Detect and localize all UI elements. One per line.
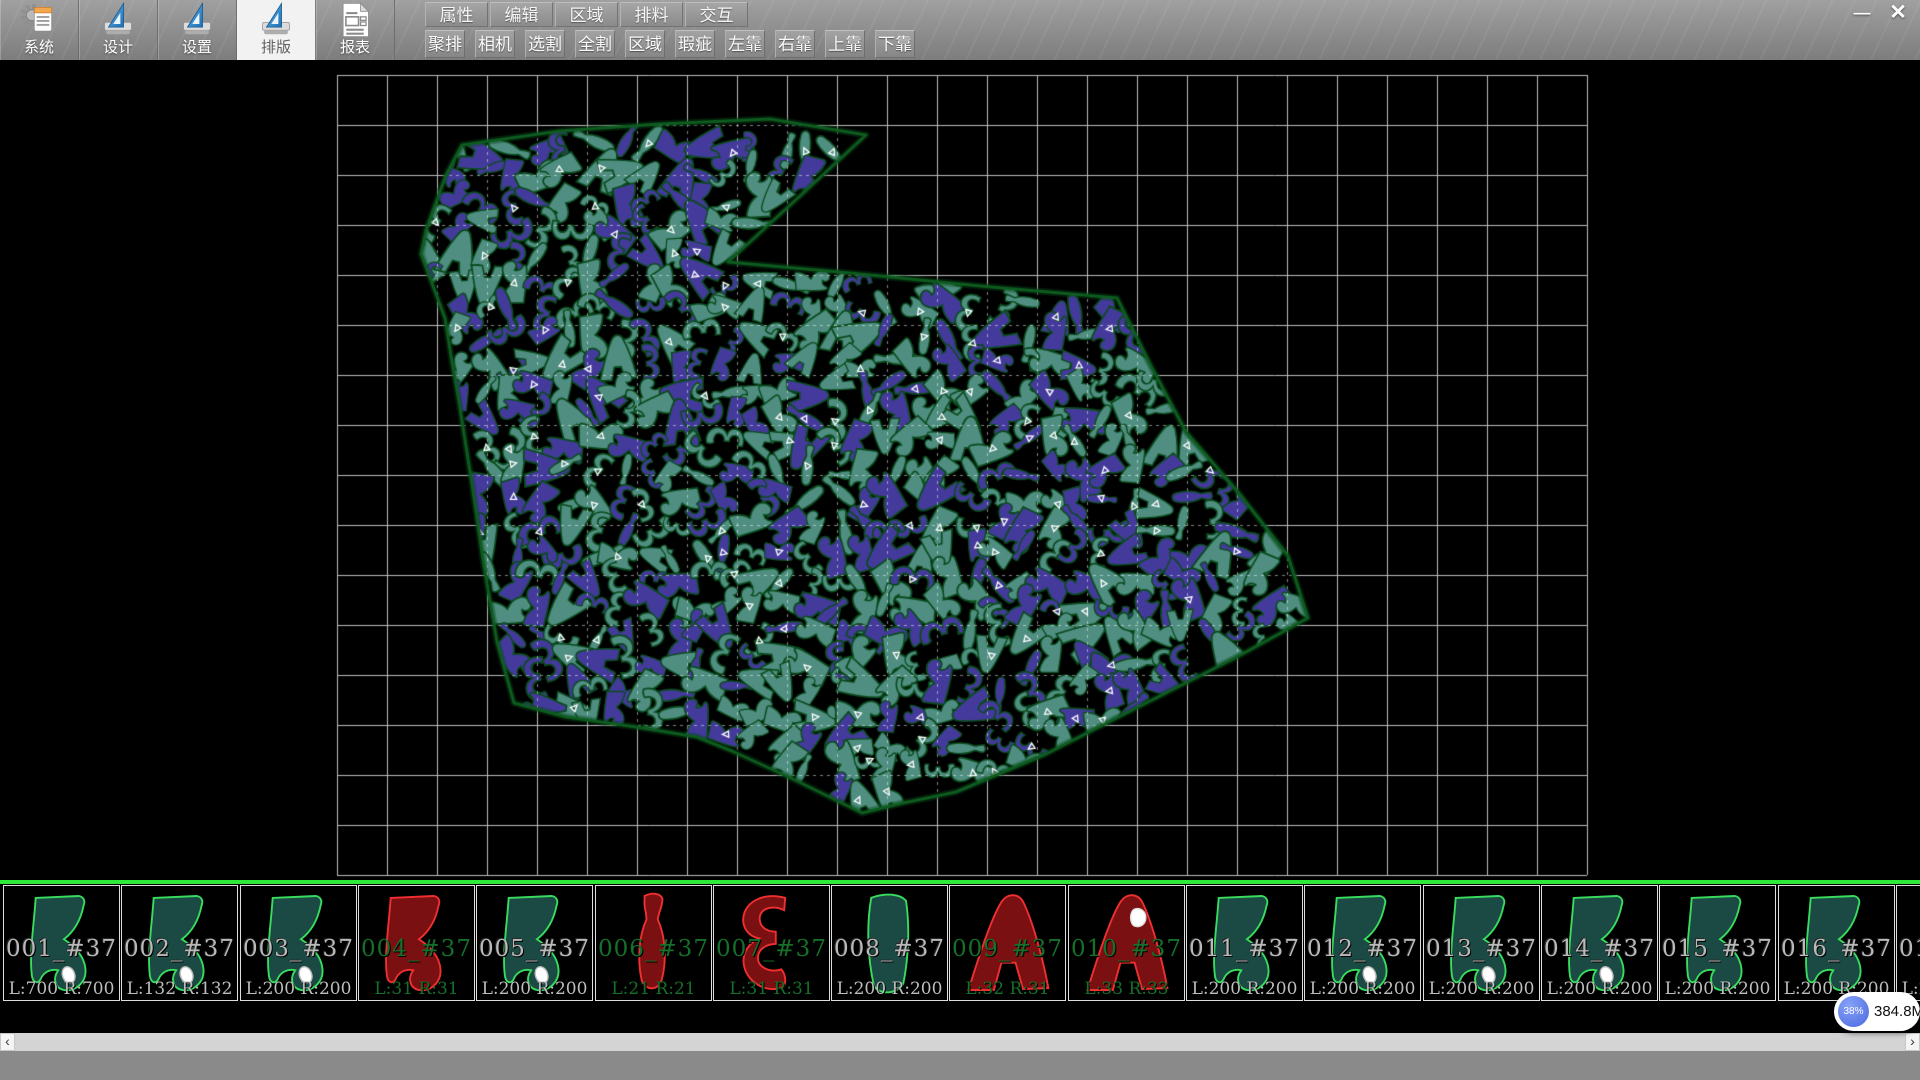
menu-tab-4[interactable]: 排料 [620,2,683,27]
piece-lr-count: L:200 R:200 [1187,979,1302,999]
tool-button-10[interactable]: 下靠 [875,30,915,58]
module-label: 系统 [0,36,78,57]
piece-thumbnail[interactable]: 013_#37 L:200 R:200 [1423,885,1540,1001]
piece-thumbnail[interactable]: 007_#37 L:31 R:31 [713,885,830,1001]
piece-name: 006_#37 [596,936,711,962]
scroll-left-icon[interactable]: ‹ [0,1033,15,1051]
status-bar [0,1051,1920,1080]
piece-name: 014_#37 [1542,936,1657,962]
piece-thumbnail[interactable]: 002_#37 L:132 R:132 [121,885,238,1001]
piece-thumbnail[interactable]: 010_#37 L:33 R:33 [1068,885,1185,1001]
piece-lr-count: L:200 R:200 [1424,979,1539,999]
nesting-canvas[interactable] [0,60,1920,880]
piece-thumbnail[interactable]: 015_#37 L:200 R:200 [1659,885,1776,1001]
menu-tab-1[interactable]: 属性 [425,2,488,27]
piece-name: 013_#37 [1424,936,1539,962]
module-button-4[interactable]: 排版 [237,0,316,60]
nesting-app-window: { "window": { "minimize_glyph": "—", "cl… [0,0,1920,1080]
piece-thumbnail[interactable]: 004_#37 L:31 R:31 [358,885,475,1001]
module-button-5[interactable]: 报表 [316,0,395,60]
piece-name: 015_#37 [1660,936,1775,962]
piece-lr-count: L:33 R:33 [1069,979,1184,999]
piece-lr-count: L:132 R:132 [122,979,237,999]
piece-lr-count: L:200 R:200 [1305,979,1420,999]
tool-button-6[interactable]: 瑕疵 [675,30,715,58]
tool-button-4[interactable]: 全割 [575,30,615,58]
tool-button-9[interactable]: 上靠 [825,30,865,58]
tool-button-3[interactable]: 选割 [525,30,565,58]
piece-thumbnail-strip: 001_#37 L:700 R:700002_#37 L:132 R:132003_… [0,880,1920,1033]
piece-thumbnail[interactable]: 014_#37 L:200 R:200 [1541,885,1658,1001]
tool-button-8[interactable]: 右靠 [775,30,815,58]
piece-thumbnail[interactable]: 003_#37 L:200 R:200 [240,885,357,1001]
minimize-button[interactable]: — [1846,2,1878,24]
design-ruler-icon [99,1,137,39]
piece-lr-count: L:31 R:31 [359,979,474,999]
piece-thumbnail[interactable]: 017_#37L:200 R:200 [1896,885,1920,1001]
tool-button-5[interactable]: 区域 [625,30,665,58]
memory-value: 384.8M [1874,992,1920,1031]
scroll-right-icon[interactable]: › [1905,1033,1920,1051]
menu-tab-3[interactable]: 区域 [555,2,618,27]
piece-name: 017_#37 [1897,936,1920,962]
piece-thumbnail[interactable]: 006_#37 L:21 R:21 [595,885,712,1001]
piece-name: 011_#37 [1187,936,1302,962]
horizontal-scrollbar[interactable]: ‹ › [0,1033,1920,1051]
piece-name: 010_#37 [1069,936,1184,962]
module-button-3[interactable]: 设置 [158,0,237,60]
piece-thumbnail[interactable]: 016_#37L:200 R:200 [1778,885,1895,1001]
piece-lr-count: L:700 R:700 [4,979,119,999]
piece-name: 012_#37 [1305,936,1420,962]
piece-lr-count: L:200 R:200 [832,979,947,999]
piece-lr-count: L:31 R:31 [714,979,829,999]
piece-name: 009_#37 [950,936,1065,962]
settings-ruler-icon [178,1,216,39]
piece-lr-count: L:200 R:200 [477,979,592,999]
piece-thumbnail[interactable]: 001_#37 L:700 R:700 [3,885,120,1001]
piece-thumbnail[interactable]: 005_#37 L:200 R:200 [476,885,593,1001]
piece-lr-count: L:200 R:200 [1660,979,1775,999]
piece-name: 008_#37 [832,936,947,962]
piece-thumbnail[interactable]: 009_#37 L:32 R:31 [949,885,1066,1001]
module-label: 排版 [237,36,315,57]
piece-name: 005_#37 [477,936,592,962]
piece-lr-count: L:32 R:31 [950,979,1065,999]
memory-status-pill: 38% 384.8M [1834,992,1920,1031]
piece-name: 007_#37 [714,936,829,962]
piece-name: 003_#37 [241,936,356,962]
menu-tab-2[interactable]: 编辑 [490,2,553,27]
menu-tab-5[interactable]: 交互 [685,2,748,27]
report-document-icon [336,1,374,39]
module-button-1[interactable]: 系统 [0,0,79,60]
piece-lr-count: L:200 R:200 [241,979,356,999]
title-toolbar: 系统设计设置排版报表 属性编辑区域排料交互 聚排相机选割全割区域瑕疵左靠右靠上靠… [0,0,1920,60]
tool-button-1[interactable]: 聚排 [425,30,465,58]
piece-name: 004_#37 [359,936,474,962]
tool-button-2[interactable]: 相机 [475,30,515,58]
piece-thumbnail[interactable]: 008_#37 L:200 R:200 [831,885,948,1001]
piece-name: 002_#37 [122,936,237,962]
piece-thumbnail[interactable]: 011_#37 L:200 R:200 [1186,885,1303,1001]
piece-lr-count: L:200 R:200 [1542,979,1657,999]
progress-badge: 38% [1838,996,1869,1027]
module-label: 设计 [79,36,157,57]
module-label: 报表 [316,36,394,57]
piece-thumbnail[interactable]: 012_#37 L:200 R:200 [1304,885,1421,1001]
layout-ruler-icon [257,1,295,39]
tool-button-7[interactable]: 左靠 [725,30,765,58]
module-label: 设置 [158,36,236,57]
piece-lr-count: L:21 R:21 [596,979,711,999]
piece-name: 016_#37 [1779,936,1894,962]
system-gear-icon [20,1,58,39]
piece-name: 001_#37 [4,936,119,962]
module-button-2[interactable]: 设计 [79,0,158,60]
close-button[interactable]: ✕ [1880,2,1916,24]
